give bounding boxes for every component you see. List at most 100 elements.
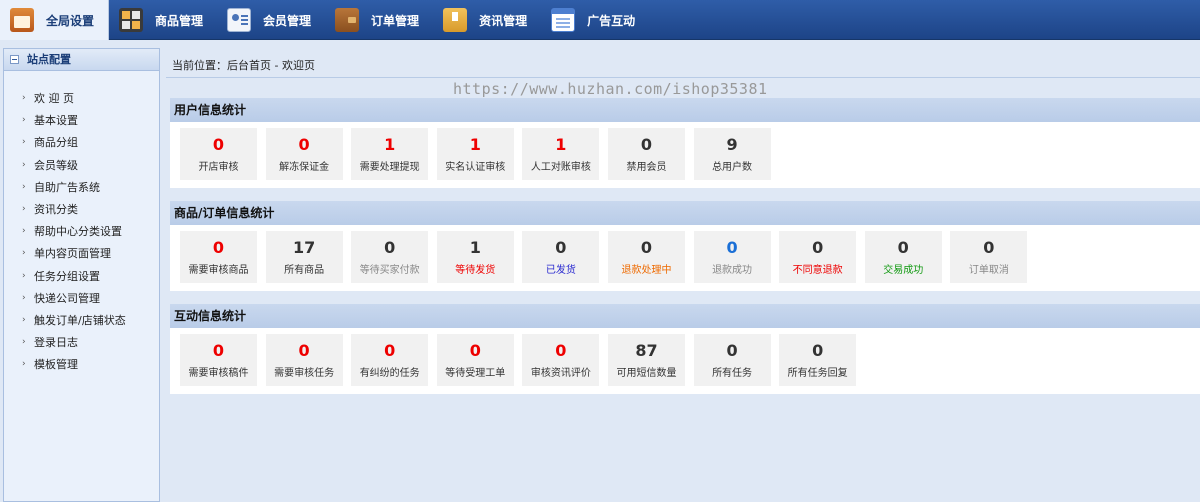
section-title: 用户信息统计 bbox=[170, 98, 1200, 122]
stat-box[interactable]: 0 订单取消 bbox=[950, 231, 1028, 283]
top-nav: 全局设置 商品管理 会员管理 订单管理 资讯管理 广告互动 bbox=[0, 0, 1200, 40]
stat-value: 0 bbox=[212, 238, 225, 257]
grid-icon bbox=[119, 8, 144, 32]
stat-box[interactable]: 1 人工对账审核 bbox=[522, 128, 600, 180]
sidebar-item-login-log[interactable]: › 登录日志 bbox=[4, 331, 159, 353]
stat-label: 需要审核商品 bbox=[188, 265, 249, 276]
tab-product-management[interactable]: 商品管理 bbox=[109, 0, 217, 40]
stat-label: 退款处理中 bbox=[621, 265, 672, 276]
sidebar-item-label: 快递公司管理 bbox=[34, 291, 100, 305]
tab-global-settings[interactable]: 全局设置 bbox=[0, 0, 110, 40]
chevron-right-icon: › bbox=[22, 93, 26, 103]
stat-value: 0 bbox=[298, 135, 310, 154]
chevron-right-icon: › bbox=[22, 115, 26, 126]
stat-label: 实名认证审核 bbox=[445, 162, 506, 173]
sidebar-menu: › 欢 迎 页 › 基本设置 › 商品分组 › 会员等级 › 自助广告系统 › 资讯分类 ›… bbox=[4, 71, 159, 375]
sidebar-item-basic-settings[interactable]: › 基本设置 bbox=[4, 109, 159, 131]
stat-box[interactable]: 87 可用短信数量 bbox=[607, 334, 685, 386]
chevron-right-icon: › bbox=[22, 292, 26, 303]
stat-box[interactable]: 0 退款成功 bbox=[693, 231, 771, 283]
stat-value: 17 bbox=[292, 238, 316, 257]
stat-value: 0 bbox=[212, 135, 225, 154]
stat-box[interactable]: 0 审核资讯评价 bbox=[522, 334, 600, 386]
stat-box[interactable]: 0 已发货 bbox=[522, 231, 600, 283]
tab-order-management[interactable]: 订单管理 bbox=[325, 0, 433, 40]
chevron-right-icon: › bbox=[22, 181, 26, 192]
stat-label: 开店审核 bbox=[198, 162, 239, 173]
wallet-icon bbox=[335, 8, 360, 32]
tab-member-management[interactable]: 会员管理 bbox=[217, 0, 325, 40]
stat-label: 审核资讯评价 bbox=[530, 368, 591, 379]
stat-box[interactable]: 1 等待发货 bbox=[436, 231, 514, 283]
stat-box[interactable]: 1 需要处理提现 bbox=[351, 128, 429, 180]
chevron-right-icon: › bbox=[22, 270, 26, 281]
stat-box[interactable]: 0 禁用会员 bbox=[607, 128, 685, 180]
stat-value: 0 bbox=[212, 341, 225, 360]
stat-box[interactable]: 0 等待买家付款 bbox=[351, 231, 429, 283]
stat-value: 0 bbox=[812, 341, 824, 360]
section-title: 互动信息统计 bbox=[170, 304, 1200, 328]
stat-value: 0 bbox=[897, 238, 909, 257]
stat-label: 已发货 bbox=[545, 265, 576, 276]
stat-box[interactable]: 0 所有任务回复 bbox=[779, 334, 857, 386]
sidebar-item-couriers[interactable]: › 快递公司管理 bbox=[4, 287, 159, 309]
sidebar-item-welcome[interactable]: › 欢 迎 页 bbox=[4, 87, 159, 109]
stat-value: 0 bbox=[384, 341, 396, 360]
stat-label: 等待受理工单 bbox=[445, 368, 506, 379]
stat-label: 需要处理提现 bbox=[359, 162, 420, 173]
sidebar-item-label: 资讯分类 bbox=[34, 202, 78, 216]
stat-box[interactable]: 0 需要审核任务 bbox=[265, 334, 343, 386]
order-stats-section: 商品/订单信息统计 0 需要审核商品 17 所有商品 0 等待买家付款 1 等待发货 0 已发货 0… bbox=[170, 201, 1200, 291]
stat-label: 有纠纷的任务 bbox=[359, 368, 420, 379]
chevron-right-icon: › bbox=[22, 337, 26, 348]
stat-value: 0 bbox=[555, 238, 567, 257]
stat-box[interactable]: 0 需要审核商品 bbox=[180, 231, 257, 283]
collapse-icon[interactable] bbox=[10, 55, 19, 64]
stat-box[interactable]: 17 所有商品 bbox=[265, 231, 343, 283]
chevron-right-icon: › bbox=[22, 359, 26, 370]
sidebar-item-label: 登录日志 bbox=[34, 336, 78, 350]
stat-box[interactable]: 0 解冻保证金 bbox=[265, 128, 343, 180]
stat-value: 0 bbox=[726, 341, 738, 360]
sidebar-item-label: 模板管理 bbox=[34, 358, 78, 372]
stat-box-row: 0 需要审核稿件 0 需要审核任务 0 有纠纷的任务 0 等待受理工单 0 审核资讯评价 87 可用短… bbox=[170, 328, 1200, 394]
tab-label: 商品管理 bbox=[155, 13, 204, 28]
sidebar-item-templates[interactable]: › 模板管理 bbox=[4, 353, 159, 375]
stat-box[interactable]: 0 需要审核稿件 bbox=[180, 334, 257, 386]
stat-value: 1 bbox=[555, 135, 567, 154]
stat-label: 退款成功 bbox=[712, 265, 753, 276]
window-icon bbox=[551, 8, 576, 32]
stat-box[interactable]: 0 不同意退款 bbox=[779, 231, 857, 283]
stat-box-row: 0 需要审核商品 17 所有商品 0 等待买家付款 1 等待发货 0 已发货 0 退款处理中 0 退款成功… bbox=[170, 225, 1200, 291]
stat-box[interactable]: 0 有纠纷的任务 bbox=[351, 334, 429, 386]
sidebar-item-trigger-status[interactable]: › 触发订单/店铺状态 bbox=[4, 309, 159, 331]
stat-label: 所有任务回复 bbox=[787, 368, 848, 379]
sidebar-item-label: 自助广告系统 bbox=[34, 180, 100, 194]
sidebar-item-single-pages[interactable]: › 单内容页面管理 bbox=[4, 242, 159, 264]
stat-box[interactable]: 0 所有任务 bbox=[693, 334, 771, 386]
sidebar-item-product-groups[interactable]: › 商品分组 bbox=[4, 131, 159, 153]
sidebar-item-task-groups[interactable]: › 任务分组设置 bbox=[4, 265, 159, 287]
tab-ad-interaction[interactable]: 广告互动 bbox=[541, 0, 649, 40]
stat-box[interactable]: 9 总用户数 bbox=[693, 128, 771, 180]
stat-label: 所有任务 bbox=[712, 368, 753, 379]
sidebar-header[interactable]: 站点配置 bbox=[4, 49, 159, 71]
tab-news-management[interactable]: 资讯管理 bbox=[433, 0, 541, 40]
stat-box[interactable]: 1 实名认证审核 bbox=[436, 128, 514, 180]
tab-label: 会员管理 bbox=[263, 13, 312, 28]
stat-box[interactable]: 0 等待受理工单 bbox=[436, 334, 514, 386]
stat-box[interactable]: 0 开店审核 bbox=[180, 128, 257, 180]
stat-label: 人工对账审核 bbox=[530, 162, 591, 173]
sidebar-item-member-levels[interactable]: › 会员等级 bbox=[4, 154, 159, 176]
stat-label: 可用短信数量 bbox=[616, 368, 677, 379]
sidebar-item-help-categories[interactable]: › 帮助中心分类设置 bbox=[4, 220, 159, 242]
stat-value: 0 bbox=[640, 135, 653, 154]
home-icon bbox=[10, 8, 34, 32]
sidebar-item-self-service-ads[interactable]: › 自助广告系统 bbox=[4, 176, 159, 198]
sidebar-item-news-categories[interactable]: › 资讯分类 bbox=[4, 198, 159, 220]
sidebar-item-label: 单内容页面管理 bbox=[34, 247, 111, 261]
stat-value: 0 bbox=[812, 238, 824, 257]
stat-box[interactable]: 0 交易成功 bbox=[864, 231, 942, 283]
stat-label: 禁用会员 bbox=[626, 162, 667, 173]
stat-box[interactable]: 0 退款处理中 bbox=[607, 231, 685, 283]
